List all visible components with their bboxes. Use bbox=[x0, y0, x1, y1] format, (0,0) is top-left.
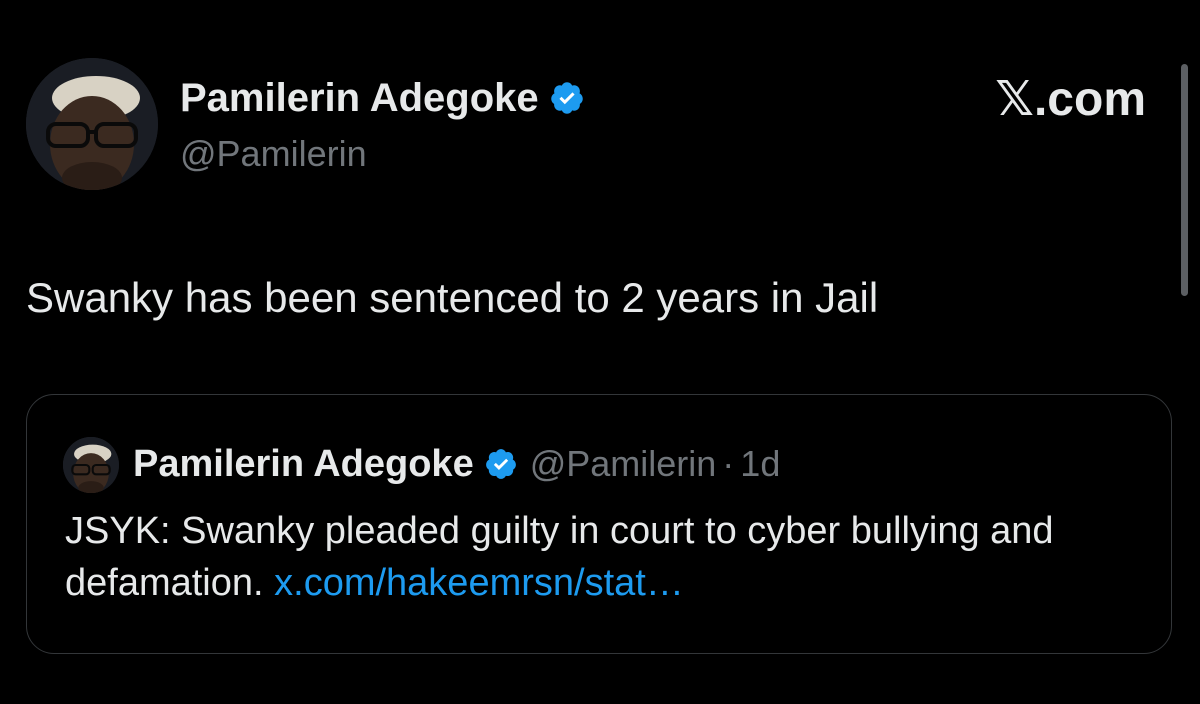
brand-logo: 𝕏.com bbox=[995, 73, 1146, 126]
scrollbar[interactable] bbox=[1181, 64, 1188, 296]
avatar-photo-icon bbox=[63, 437, 119, 493]
quote-author-avatar[interactable] bbox=[63, 437, 119, 493]
avatar-photo-icon bbox=[26, 58, 158, 190]
quote-link[interactable]: x.com/hakeemrsn/stat… bbox=[274, 562, 684, 604]
tweet-text: Swanky has been sentenced to 2 years in … bbox=[26, 274, 879, 321]
quote-timestamp[interactable]: 1d bbox=[740, 443, 780, 485]
quote-author-name[interactable]: Pamilerin Adegoke bbox=[133, 443, 474, 486]
separator-dot: · bbox=[722, 443, 735, 484]
quote-author-handle[interactable]: @Pamilerin bbox=[530, 443, 717, 485]
quote-header: Pamilerin Adegoke @Pamilerin · 1d bbox=[133, 439, 780, 489]
verified-badge-icon bbox=[485, 449, 516, 479]
verified-badge-icon bbox=[550, 82, 583, 114]
author-name-text[interactable]: Pamilerin Adegoke bbox=[180, 74, 539, 122]
quote-body: JSYK: Swanky pleaded guilty in court to … bbox=[65, 505, 1155, 609]
author-handle[interactable]: @Pamilerin bbox=[180, 132, 367, 176]
author-avatar[interactable] bbox=[26, 58, 158, 190]
quote-tweet-card[interactable]: Pamilerin Adegoke @Pamilerin · 1d JSYK: … bbox=[26, 394, 1172, 654]
author-name[interactable]: Pamilerin Adegoke bbox=[180, 74, 585, 122]
